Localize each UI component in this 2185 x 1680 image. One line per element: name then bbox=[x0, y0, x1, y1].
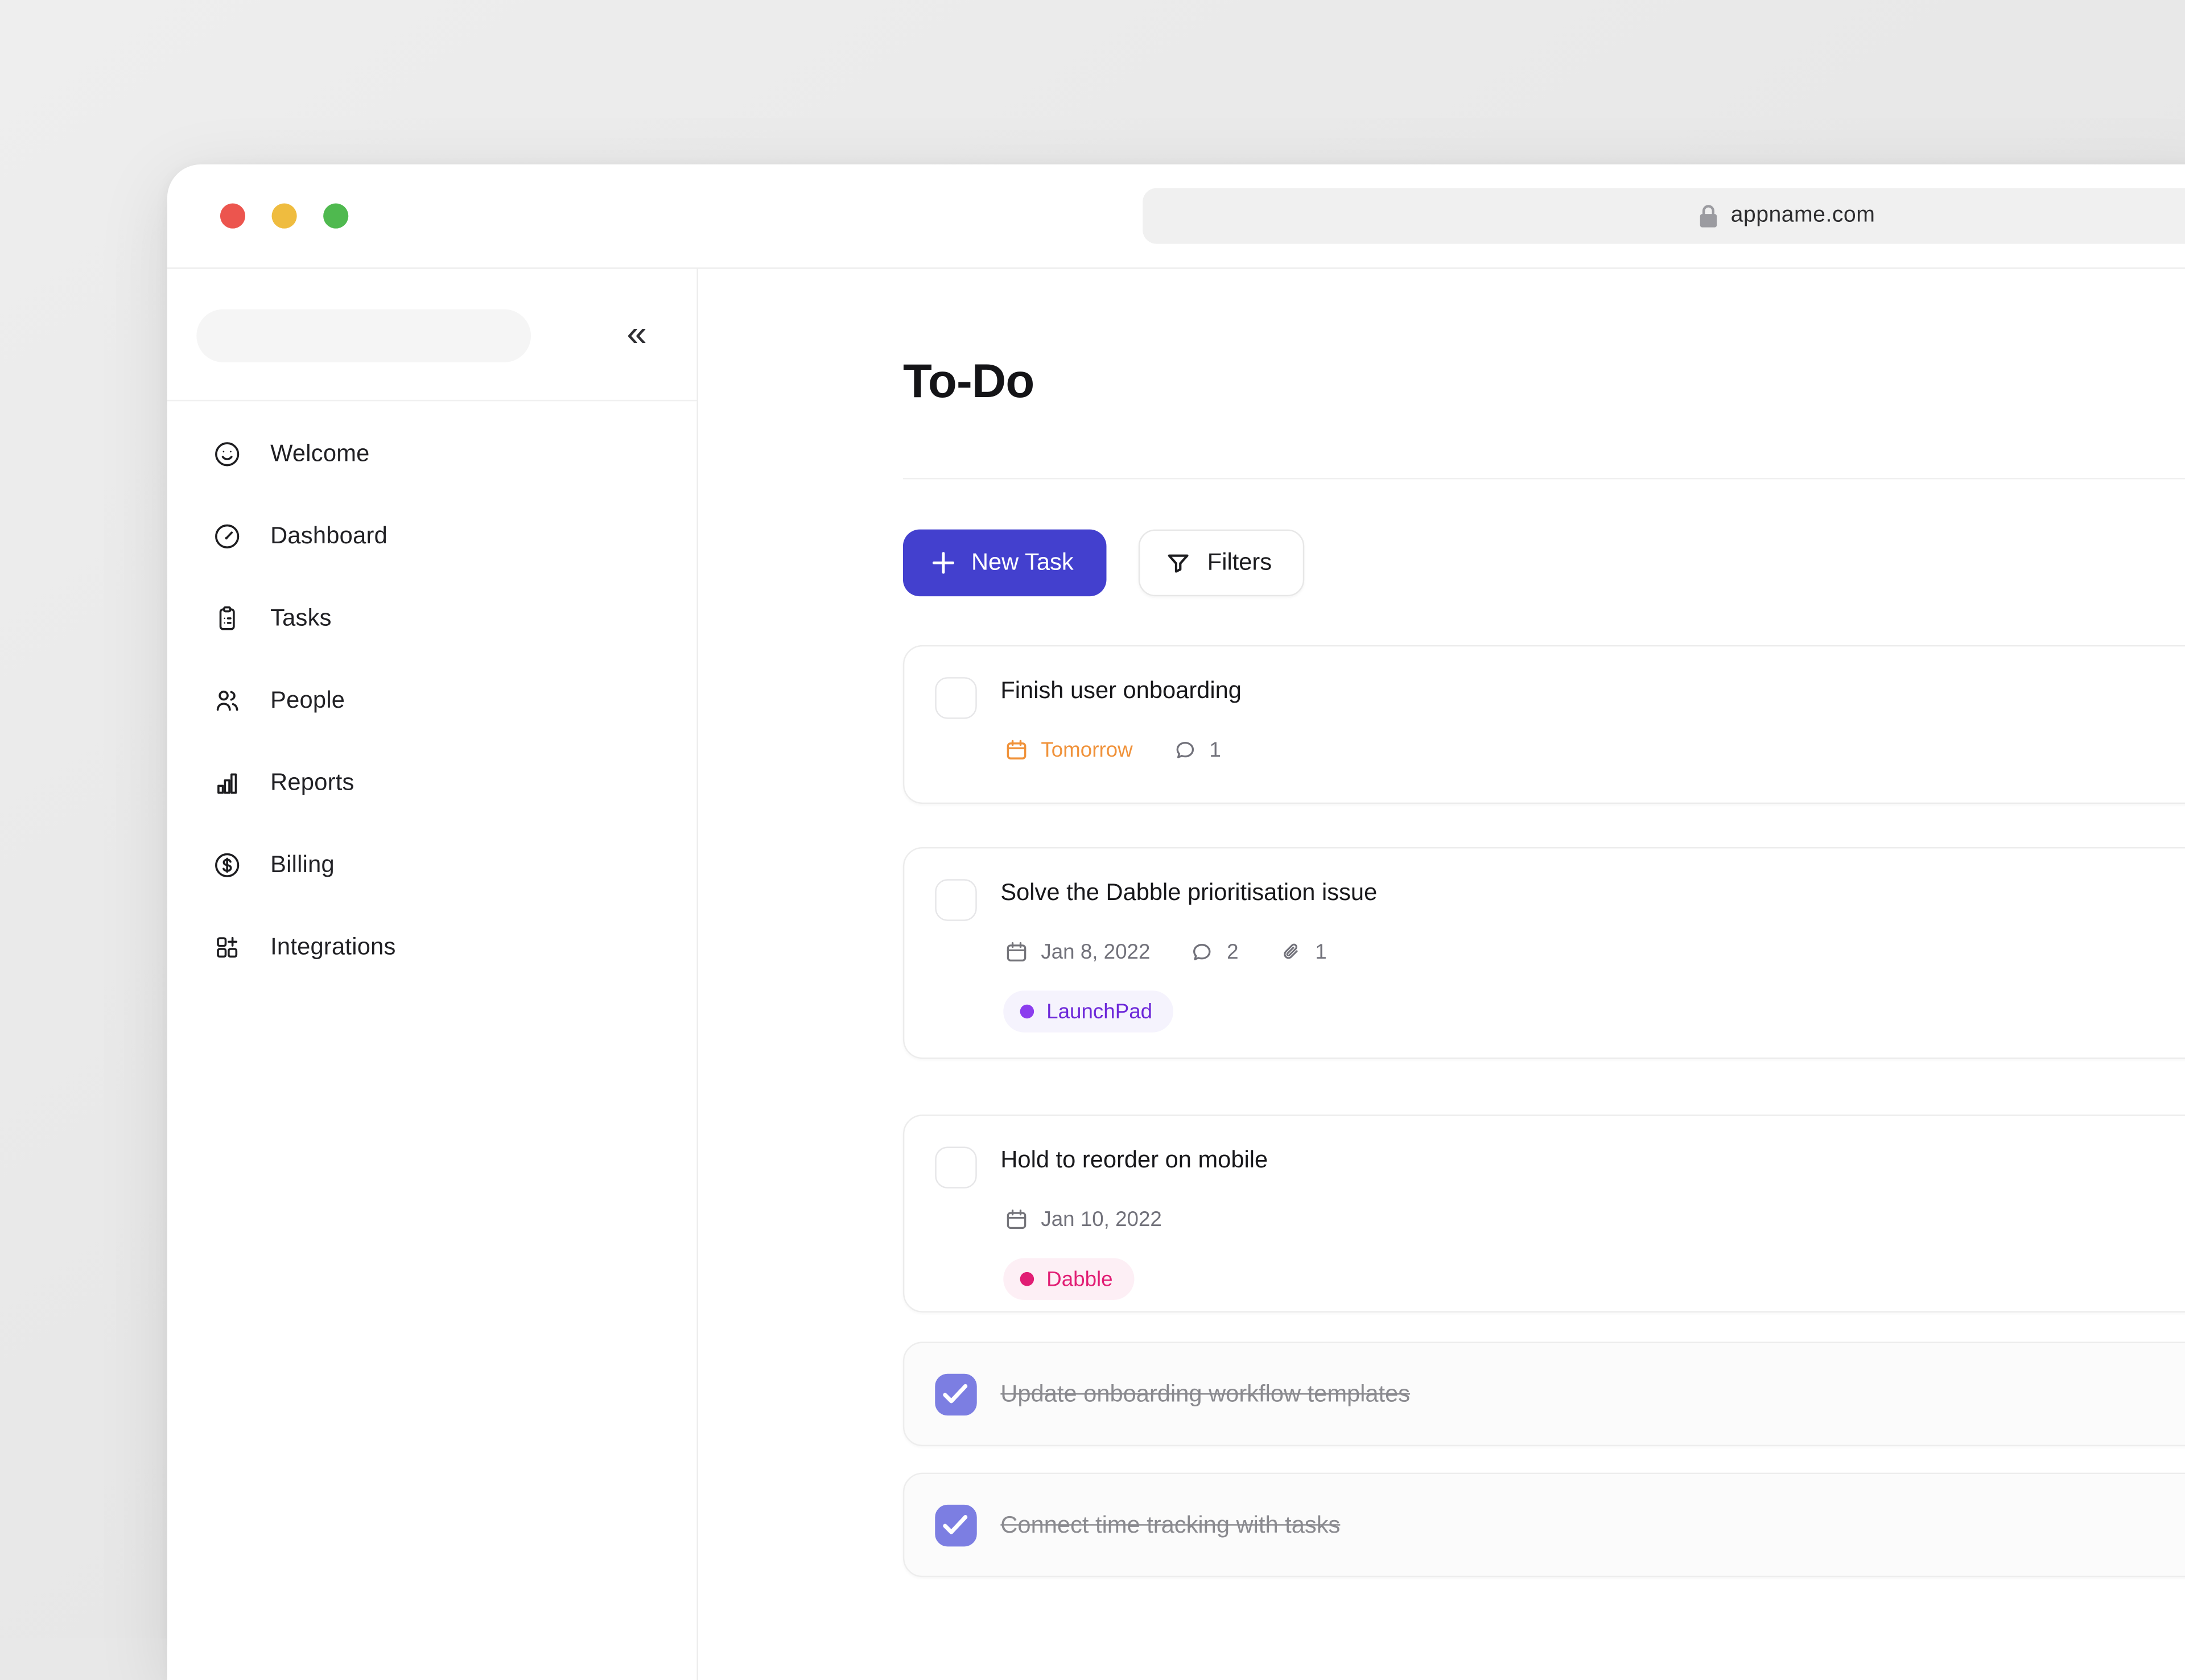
toolbar: New Task Filters bbox=[903, 530, 1304, 597]
task-card-completed[interactable]: Connect time tracking with tasks bbox=[903, 1473, 2185, 1578]
task-card[interactable]: Finish user onboarding Tomorrow 1 bbox=[903, 645, 2185, 804]
people-icon bbox=[212, 685, 242, 716]
check-icon bbox=[937, 1506, 974, 1543]
filters-button[interactable]: Filters bbox=[1139, 530, 1304, 597]
due-date: Tomorrow bbox=[1003, 736, 1132, 763]
task-checkbox-unchecked[interactable] bbox=[935, 677, 976, 719]
title-divider bbox=[903, 478, 2185, 479]
task-checkbox-checked[interactable] bbox=[935, 1374, 976, 1415]
calendar-icon bbox=[1003, 1206, 1030, 1233]
tag-label: LaunchPad bbox=[1046, 1000, 1152, 1023]
browser-titlebar: appname.com bbox=[167, 164, 2185, 269]
calendar-icon bbox=[1003, 736, 1030, 763]
sidebar-item-label: Tasks bbox=[270, 604, 332, 632]
minimize-window-button[interactable] bbox=[272, 204, 297, 229]
tag-badge[interactable]: Dabble bbox=[1003, 1258, 1133, 1299]
url-text: appname.com bbox=[1731, 188, 1875, 244]
address-bar[interactable]: appname.com bbox=[1143, 188, 2185, 244]
lock-icon bbox=[1697, 204, 1720, 229]
logo-placeholder bbox=[196, 309, 531, 362]
smiley-icon bbox=[212, 438, 242, 469]
task-meta-row: Jan 8, 2022 2 1 bbox=[1003, 938, 1326, 965]
bar-chart-icon bbox=[212, 767, 242, 798]
due-date: Jan 10, 2022 bbox=[1003, 1206, 1162, 1233]
task-title: Solve the Dabble prioritisation issue bbox=[1000, 876, 1377, 910]
browser-window: appname.com « bbox=[167, 164, 2185, 1680]
task-title: Hold to reorder on mobile bbox=[1000, 1144, 1268, 1178]
tag-badge[interactable]: LaunchPad bbox=[1003, 990, 1173, 1032]
integrations-icon bbox=[212, 931, 242, 962]
task-meta-row: Jan 10, 2022 bbox=[1003, 1205, 1162, 1233]
page-title: To-Do bbox=[903, 355, 1034, 410]
task-card[interactable]: Solve the Dabble prioritisation issue Ja… bbox=[903, 847, 2185, 1059]
task-card-completed[interactable]: Update onboarding workflow templates bbox=[903, 1341, 2185, 1446]
paperclip-icon bbox=[1277, 938, 1304, 965]
sidebar-item-reports[interactable]: Reports bbox=[167, 741, 697, 823]
new-task-label: New Task bbox=[971, 549, 1074, 577]
filters-label: Filters bbox=[1207, 549, 1272, 577]
clipboard-icon bbox=[212, 602, 242, 633]
sidebar-item-label: Integrations bbox=[270, 933, 396, 961]
attachments-count: 1 bbox=[1277, 938, 1327, 965]
gauge-icon bbox=[212, 521, 242, 551]
task-meta-row: Tomorrow 1 bbox=[1003, 736, 1221, 763]
close-window-button[interactable] bbox=[220, 204, 245, 229]
task-checkbox-unchecked[interactable] bbox=[935, 879, 976, 921]
sidebar-item-label: Welcome bbox=[270, 440, 369, 468]
sidebar-item-dashboard[interactable]: Dashboard bbox=[167, 494, 697, 576]
comments-count: 1 bbox=[1172, 736, 1221, 763]
sidebar-item-label: Dashboard bbox=[270, 522, 387, 550]
sidebar-item-label: Billing bbox=[270, 851, 335, 878]
sidebar-nav: Welcome Dashboard bbox=[167, 401, 697, 988]
tag-dot bbox=[1020, 1005, 1034, 1018]
zoom-window-button[interactable] bbox=[323, 204, 348, 229]
sidebar-item-tasks[interactable]: Tasks bbox=[167, 577, 697, 659]
tag-label: Dabble bbox=[1046, 1267, 1112, 1291]
screen: appname.com « bbox=[0, 0, 2185, 1638]
window-controls bbox=[220, 204, 348, 229]
sidebar-item-label: People bbox=[270, 686, 345, 714]
task-checkbox-checked[interactable] bbox=[935, 1505, 976, 1546]
comment-icon bbox=[1172, 736, 1198, 763]
sidebar-item-billing[interactable]: Billing bbox=[167, 823, 697, 905]
sidebar-item-integrations[interactable]: Integrations bbox=[167, 906, 697, 988]
check-icon bbox=[937, 1375, 974, 1413]
sidebar: « Welcome bbox=[167, 269, 698, 1680]
task-title: Connect time tracking with tasks bbox=[1000, 1509, 1340, 1542]
main-content: To-Do New Task bbox=[698, 269, 2185, 1680]
filter-funnel-icon bbox=[1165, 550, 1192, 576]
task-checkbox-unchecked[interactable] bbox=[935, 1147, 976, 1188]
tag-dot bbox=[1020, 1272, 1034, 1286]
task-title: Finish user onboarding bbox=[1000, 674, 1242, 708]
comment-icon bbox=[1189, 938, 1216, 965]
collapse-sidebar-button[interactable]: « bbox=[613, 302, 661, 364]
sidebar-header: « bbox=[167, 269, 697, 402]
due-date: Jan 8, 2022 bbox=[1003, 938, 1150, 965]
task-title: Update onboarding workflow templates bbox=[1000, 1378, 1410, 1411]
dollar-circle-icon bbox=[212, 849, 242, 880]
sidebar-item-people[interactable]: People bbox=[167, 659, 697, 741]
sidebar-item-label: Reports bbox=[270, 769, 354, 796]
new-task-button[interactable]: New Task bbox=[903, 530, 1107, 597]
plus-icon bbox=[931, 550, 956, 575]
calendar-icon bbox=[1003, 938, 1030, 965]
sidebar-item-welcome[interactable]: Welcome bbox=[167, 412, 697, 494]
task-card[interactable]: Hold to reorder on mobile Jan 10, 2022 D… bbox=[903, 1115, 2185, 1312]
comments-count: 2 bbox=[1189, 938, 1239, 965]
